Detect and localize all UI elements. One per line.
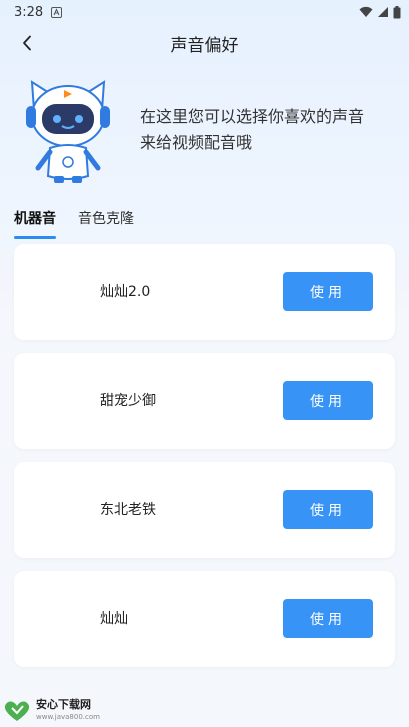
- tab-bar: 机器音 音色克隆: [0, 208, 409, 239]
- chevron-left-icon: [23, 35, 31, 51]
- robot-cat-mascot: [26, 80, 110, 183]
- voice-card: 东北老铁 使用: [14, 462, 395, 558]
- voice-name: 灿灿: [100, 611, 128, 627]
- use-button[interactable]: 使用: [283, 381, 373, 420]
- watermark-url: www.java800.com: [36, 713, 100, 721]
- status-left: 3:28: [14, 4, 63, 20]
- watermark-title: 安心下载网: [36, 698, 91, 711]
- status-bar: 3:28: [0, 0, 409, 24]
- voice-card: 灿灿 使用: [14, 571, 395, 667]
- voice-name: 灿灿2.0: [100, 284, 151, 300]
- voice-name: 东北老铁: [100, 502, 156, 518]
- heart-logo-icon: [4, 701, 30, 721]
- back-button[interactable]: [16, 32, 38, 54]
- voice-card: 灿灿2.0 使用: [14, 244, 395, 340]
- status-time: 3:28: [14, 4, 44, 20]
- tab-voice-clone[interactable]: 音色克隆: [78, 208, 134, 238]
- use-button[interactable]: 使用: [283, 272, 373, 311]
- page-title: 声音偏好: [170, 35, 239, 56]
- use-button[interactable]: 使用: [283, 599, 373, 638]
- wifi-icon: [359, 6, 373, 17]
- hero-text-line2: 来给视频配音哦: [140, 133, 253, 152]
- voice-list: 灿灿2.0 使用 甜宠少御 使用 东北老铁 使用 灿灿 使用: [0, 244, 409, 667]
- battery-icon: [393, 5, 401, 18]
- hero-text-line1: 在这里您可以选择你喜欢的声音: [140, 107, 365, 126]
- use-button[interactable]: 使用: [283, 490, 373, 529]
- tab-machine-voice[interactable]: 机器音: [14, 208, 56, 239]
- notification-a-icon: [51, 6, 63, 18]
- watermark-text: 安心下载网 www.java800.com: [36, 699, 100, 723]
- status-right: [359, 5, 401, 19]
- hero-section: 在这里您可以选择你喜欢的声音 来给视频配音哦: [0, 62, 409, 192]
- signal-icon: [378, 7, 388, 17]
- watermark: 安心下载网 www.java800.com: [2, 699, 100, 723]
- nav-bar: 声音偏好: [0, 24, 409, 62]
- voice-card: 甜宠少御 使用: [14, 353, 395, 449]
- hero-description: 在这里您可以选择你喜欢的声音 来给视频配音哦: [140, 104, 390, 156]
- voice-name: 甜宠少御: [100, 393, 156, 409]
